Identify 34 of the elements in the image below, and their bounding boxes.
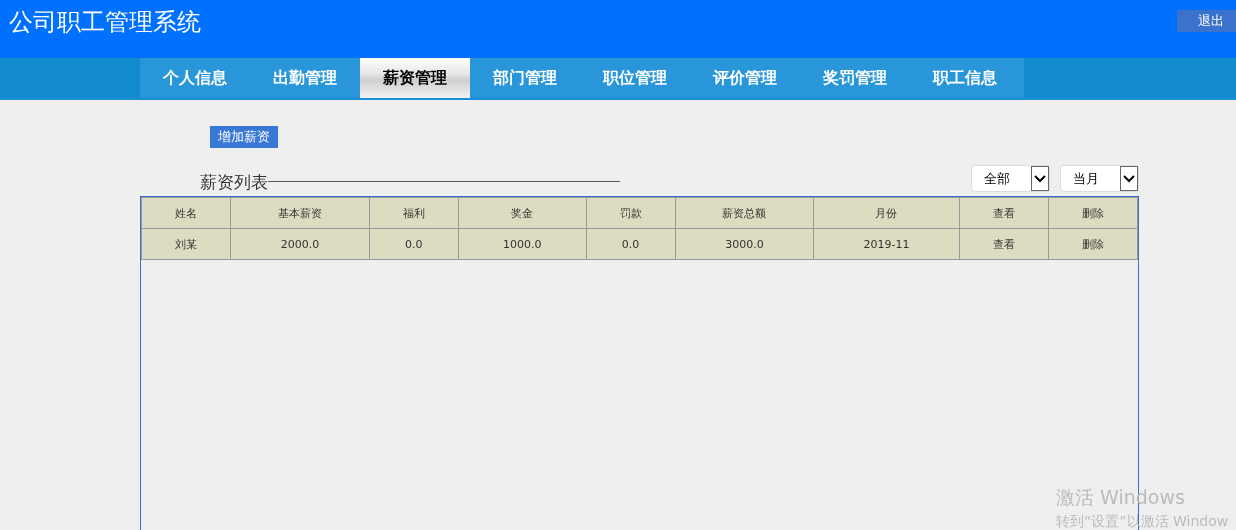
filter-select[interactable]: 当月 — [1060, 165, 1139, 192]
add-salary-button[interactable]: 增加薪资 — [210, 126, 278, 148]
column-header: 查看 — [959, 197, 1049, 229]
table-cell: 刘某 — [141, 228, 231, 260]
nav-tab[interactable]: 评价管理 — [690, 58, 800, 98]
table-cell: 0.0 — [586, 228, 676, 260]
list-title: 薪资列表 — [200, 172, 268, 192]
table-cell: 2000.0 — [230, 228, 370, 260]
column-header: 罚款 — [586, 197, 676, 229]
table-cell: 2019-11 — [813, 228, 960, 260]
delete-link[interactable]: 删除 — [1048, 228, 1138, 260]
nav-tab[interactable]: 个人信息 — [140, 58, 250, 98]
app-title: 公司职工管理系统 — [9, 7, 201, 38]
table-cell: 0.0 — [369, 228, 459, 260]
column-header: 姓名 — [141, 197, 231, 229]
table-cell: 3000.0 — [675, 228, 814, 260]
caret-icon — [1123, 174, 1135, 183]
table-cell: 1000.0 — [458, 228, 586, 260]
column-header: 福利 — [369, 197, 459, 229]
nav-tab[interactable]: 职位管理 — [580, 58, 690, 98]
view-link[interactable]: 查看 — [959, 228, 1049, 260]
filter-select[interactable]: 全部 — [971, 165, 1050, 192]
logout-button[interactable]: 退出 — [1177, 10, 1236, 32]
nav-tab[interactable]: 奖罚管理 — [800, 58, 910, 98]
column-header: 月份 — [813, 197, 960, 229]
column-header: 基本薪资 — [230, 197, 370, 229]
nav-tab[interactable]: 薪资管理 — [360, 58, 470, 98]
column-header: 奖金 — [458, 197, 586, 229]
nav-tab[interactable]: 部门管理 — [470, 58, 580, 98]
nav-tab[interactable]: 职工信息 — [910, 58, 1020, 98]
nav-tab[interactable]: 出勤管理 — [250, 58, 360, 98]
column-header: 删除 — [1048, 197, 1138, 229]
column-header: 薪资总额 — [675, 197, 814, 229]
caret-icon — [1034, 174, 1046, 183]
